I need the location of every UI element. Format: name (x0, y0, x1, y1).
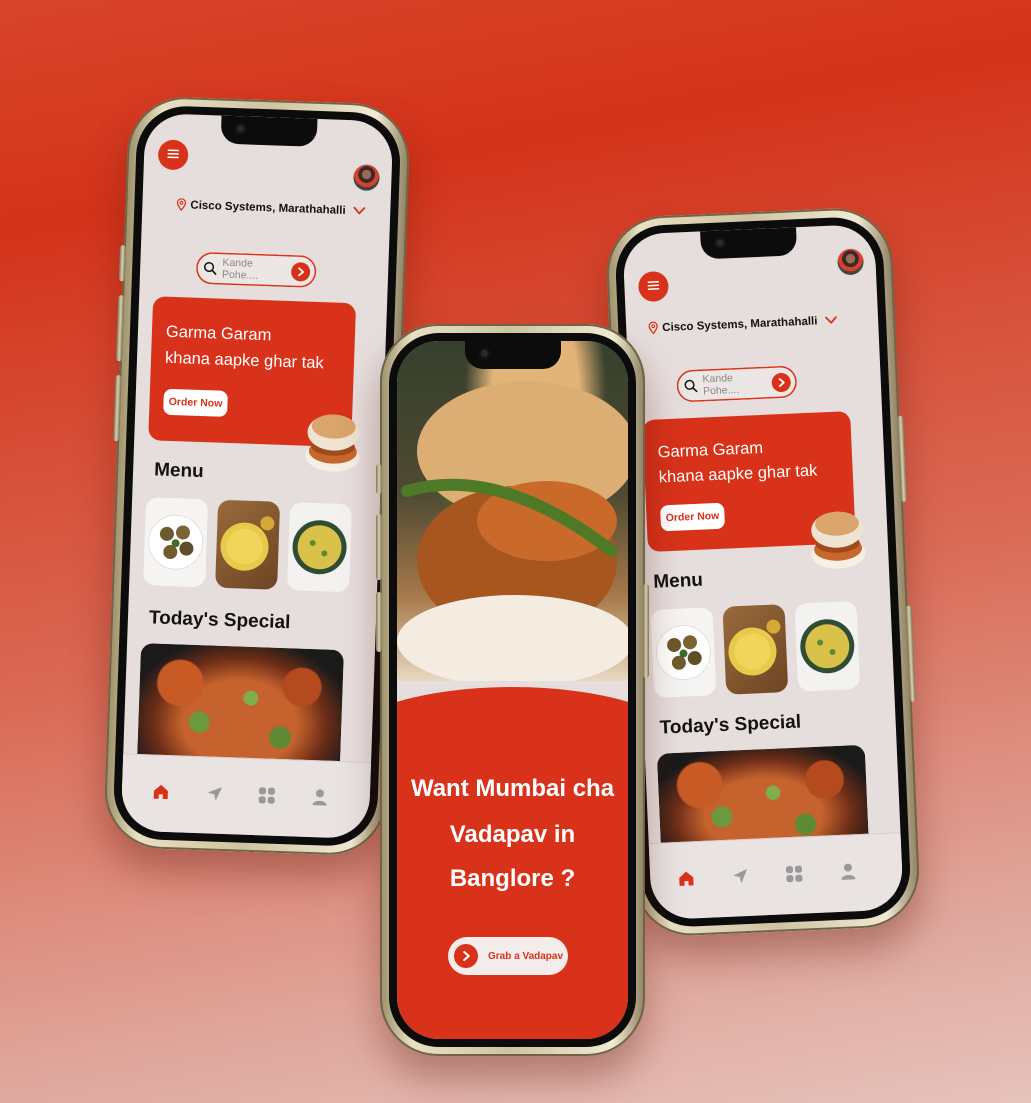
menu-heading: Menu (153, 459, 205, 483)
home-screen-left: Cisco Systems, Marathahalli Kande Pohe..… (120, 112, 394, 840)
chevron-right-icon (454, 944, 478, 968)
menu-item-poha[interactable] (794, 600, 861, 692)
vadapav-image (305, 414, 360, 472)
vadapav-hero-image (397, 341, 628, 681)
order-now-button[interactable]: Order Now (163, 388, 228, 417)
chevron-right-icon (778, 377, 785, 387)
hamburger-icon (166, 145, 181, 164)
grab-vadapav-button[interactable]: Grab a Vadapav (448, 937, 568, 975)
notch (464, 341, 561, 369)
menu-button[interactable] (157, 139, 189, 171)
search-bar[interactable]: Kande Pohe.... (195, 251, 317, 288)
hamburger-icon (646, 277, 661, 297)
phone-mockup-center: Want Mumbai cha Vadapav in Banglore ? Gr… (376, 324, 649, 1056)
user-icon[interactable] (309, 787, 330, 808)
promo-line-2: khana aapke ghar tak (164, 348, 324, 373)
landing-screen: Want Mumbai cha Vadapav in Banglore ? Gr… (397, 341, 628, 1039)
profile-avatar[interactable] (353, 164, 380, 192)
location-selector[interactable]: Cisco Systems, Marathahalli (176, 198, 366, 218)
phone-mockup-right: Cisco Systems, Marathahalli Kande Pohe..… (604, 206, 922, 938)
chevron-right-icon (297, 266, 304, 276)
location-label: Cisco Systems, Marathahalli (661, 314, 818, 334)
menu-list (143, 497, 353, 593)
bottom-tab-bar (648, 832, 904, 921)
search-submit-button[interactable] (290, 261, 311, 282)
location-selector[interactable]: Cisco Systems, Marathahalli (648, 314, 838, 335)
search-submit-button[interactable] (771, 372, 792, 392)
home-icon[interactable] (151, 781, 172, 802)
grid-icon[interactable] (257, 785, 278, 806)
promo-banner: Garma Garam khana aapke ghar tak Order N… (148, 296, 360, 472)
location-pin-icon (648, 321, 659, 335)
notch (700, 227, 798, 260)
todays-special-heading: Today's Special (659, 711, 802, 739)
menu-item-vada[interactable] (650, 607, 717, 698)
menu-list (650, 600, 861, 698)
menu-heading: Menu (652, 569, 704, 593)
vadapav-image (811, 511, 866, 569)
headline-line-2: Vadapav in (449, 821, 576, 848)
headline-line-1: Want Mumbai cha (410, 775, 615, 802)
user-icon[interactable] (838, 861, 859, 882)
chevron-down-icon[interactable] (821, 316, 838, 326)
order-now-button[interactable]: Order Now (659, 502, 726, 532)
menu-button[interactable] (637, 270, 670, 303)
notch (220, 115, 318, 147)
send-icon[interactable] (730, 866, 751, 887)
location-pin-icon (176, 198, 187, 212)
menu-item-vada[interactable] (143, 497, 209, 588)
menu-item-dhokla[interactable] (722, 604, 789, 695)
profile-avatar[interactable] (837, 248, 865, 276)
phone-mockup-left: Cisco Systems, Marathahalli Kande Pohe..… (102, 95, 412, 857)
search-bar[interactable]: Kande Pohe.... (676, 365, 798, 403)
send-icon[interactable] (205, 783, 226, 804)
chevron-down-icon[interactable] (349, 206, 366, 216)
todays-special-heading: Today's Special (148, 607, 291, 634)
grab-vadapav-label: Grab a Vadapav (488, 950, 564, 962)
menu-item-dhokla[interactable] (215, 499, 281, 590)
promo-line-1: Garma Garam (165, 322, 272, 345)
search-icon (204, 261, 217, 275)
headline-line-3: Banglore ? (449, 865, 576, 892)
home-icon[interactable] (676, 868, 697, 889)
home-screen-right: Cisco Systems, Marathahalli Kande Pohe..… (622, 223, 904, 921)
search-icon (684, 379, 698, 393)
bottom-tab-bar (120, 753, 372, 840)
menu-item-poha[interactable] (287, 502, 353, 593)
search-input[interactable]: Kande Pohe.... (222, 257, 292, 283)
search-input[interactable]: Kande Pohe.... (702, 370, 772, 397)
location-label: Cisco Systems, Marathahalli (190, 199, 346, 217)
promo-line-1: Garma Garam (657, 438, 764, 462)
grid-icon[interactable] (784, 863, 805, 884)
promo-banner: Garma Garam khana aapke ghar tak Order N… (642, 411, 866, 569)
promo-line-2: khana aapke ghar tak (658, 461, 818, 487)
